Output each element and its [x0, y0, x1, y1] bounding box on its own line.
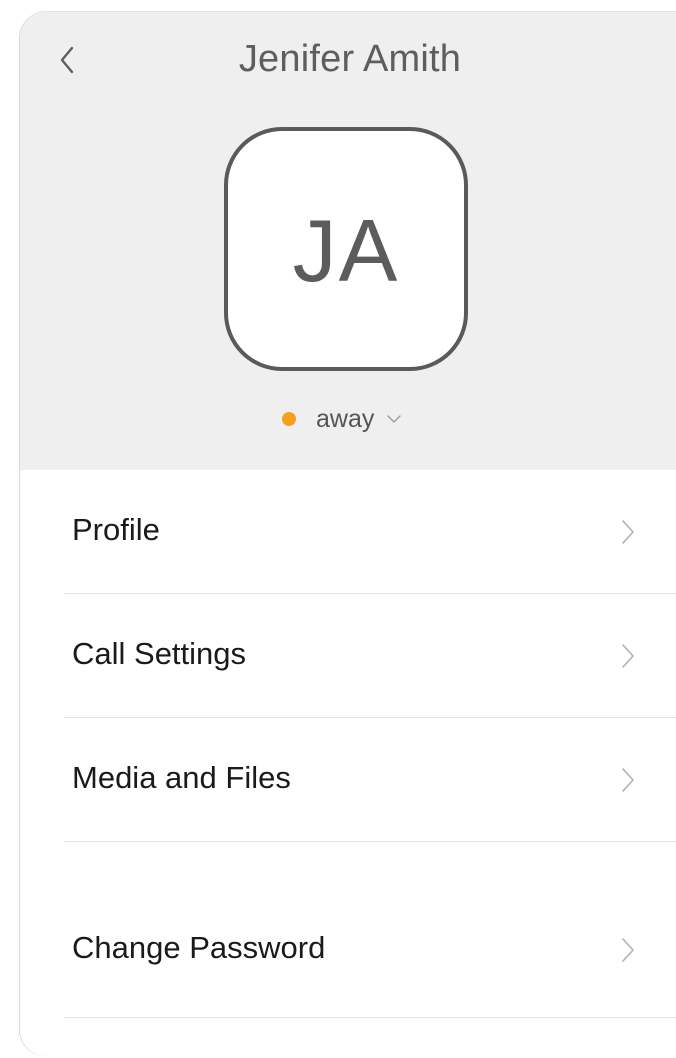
chevron-right-icon — [619, 936, 637, 964]
avatar[interactable]: JA — [224, 127, 468, 371]
profile-header: Jenifer Amith JA away — [20, 12, 676, 470]
status-label: away — [316, 404, 375, 433]
menu-item-change-password[interactable]: Change Password — [64, 894, 676, 1018]
chevron-right-icon — [619, 642, 637, 670]
status-indicator-dot — [282, 412, 296, 426]
chevron-down-icon — [386, 411, 402, 427]
page-title: Jenifer Amith — [238, 38, 462, 80]
menu-item-label: Change Password — [72, 930, 326, 965]
menu-item-label: Profile — [72, 512, 160, 547]
settings-panel: Jenifer Amith JA away Profile Call Setti… — [20, 12, 676, 1056]
menu-item-call-settings[interactable]: Call Settings — [64, 594, 676, 718]
chevron-right-icon — [619, 518, 637, 546]
menu-item-profile[interactable]: Profile — [64, 470, 676, 594]
menu-item-label: Media and Files — [72, 760, 291, 795]
avatar-initials: JA — [292, 201, 400, 300]
status-selector[interactable]: away — [282, 402, 402, 436]
menu-item-label: Call Settings — [72, 636, 247, 671]
menu-item-media-and-files[interactable]: Media and Files — [64, 718, 676, 842]
chevron-right-icon — [619, 766, 637, 794]
